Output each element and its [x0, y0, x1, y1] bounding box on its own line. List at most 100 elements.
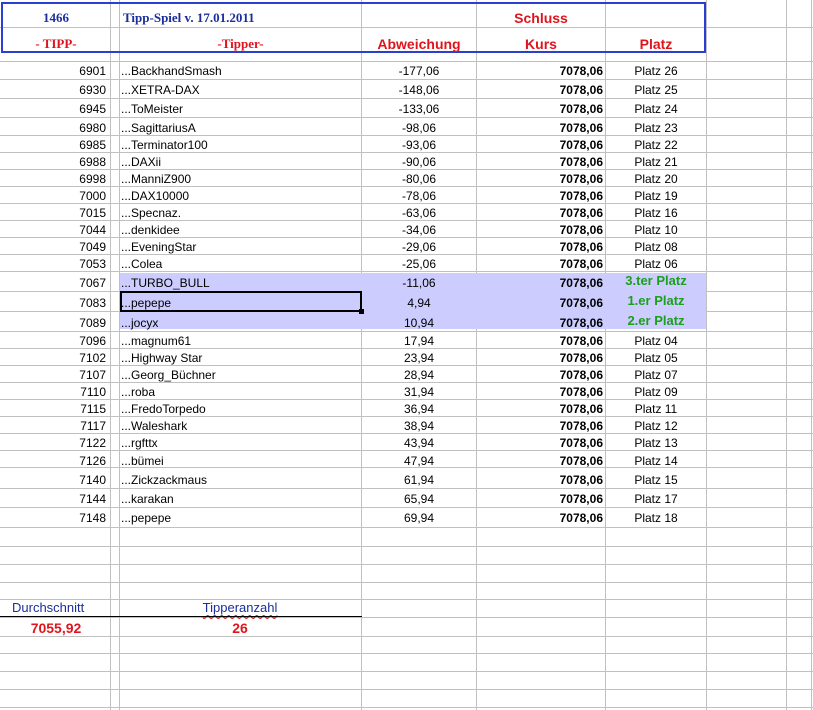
- tipp-cell[interactable]: 6998: [2, 171, 106, 187]
- tipper-cell[interactable]: ...XETRA-DAX: [121, 82, 359, 98]
- tipp-cell[interactable]: 7117: [2, 418, 106, 434]
- tipper-cell[interactable]: ...FredoTorpedo: [121, 401, 359, 417]
- platz-cell[interactable]: Platz 12: [606, 418, 706, 434]
- kurs-cell[interactable]: 7078,06: [477, 333, 603, 349]
- abweichung-cell[interactable]: 17,94: [362, 333, 476, 349]
- kurs-cell[interactable]: 7078,06: [477, 367, 603, 383]
- entry-count[interactable]: 1466: [2, 10, 110, 26]
- abweichung-cell[interactable]: 43,94: [362, 435, 476, 451]
- abweichung-cell[interactable]: -177,06: [362, 63, 476, 79]
- sheet-title[interactable]: Tipp-Spiel v. 17.01.2011: [123, 10, 255, 26]
- tipp-cell[interactable]: 7049: [2, 239, 106, 255]
- kurs-cell[interactable]: 7078,06: [477, 418, 603, 434]
- tipper-cell[interactable]: ...denkidee: [121, 222, 359, 238]
- abweichung-cell[interactable]: 28,94: [362, 367, 476, 383]
- kurs-cell[interactable]: 7078,06: [477, 171, 603, 187]
- tipper-cell[interactable]: ...bümei: [121, 453, 359, 469]
- platz-cell[interactable]: Platz 05: [606, 350, 706, 366]
- tipper-cell[interactable]: ...Specnaz.: [121, 205, 359, 221]
- abweichung-cell[interactable]: 36,94: [362, 401, 476, 417]
- tipper-cell[interactable]: ...EveningStar: [121, 239, 359, 255]
- abweichung-cell[interactable]: 69,94: [362, 510, 476, 526]
- platz-cell[interactable]: Platz 14: [606, 453, 706, 469]
- kurs-cell[interactable]: 7078,06: [477, 472, 603, 488]
- tipp-cell[interactable]: 6930: [2, 82, 106, 98]
- tipp-cell[interactable]: 7096: [2, 333, 106, 349]
- platz-cell[interactable]: 3.ter Platz: [606, 273, 706, 289]
- kurs-cell[interactable]: 7078,06: [477, 63, 603, 79]
- platz-cell[interactable]: Platz 24: [606, 101, 706, 117]
- tipp-cell[interactable]: 7083: [2, 295, 106, 311]
- kurs-cell[interactable]: 7078,06: [477, 435, 603, 451]
- abweichung-cell[interactable]: -133,06: [362, 101, 476, 117]
- tipp-cell[interactable]: 7110: [2, 384, 106, 400]
- platz-cell[interactable]: Platz 08: [606, 239, 706, 255]
- platz-cell[interactable]: 2.er Platz: [606, 313, 706, 329]
- kurs-cell[interactable]: 7078,06: [477, 154, 603, 170]
- kurs-cell[interactable]: 7078,06: [477, 350, 603, 366]
- platz-cell[interactable]: Platz 20: [606, 171, 706, 187]
- spreadsheet-grid[interactable]: 1466 Tipp-Spiel v. 17.01.2011 Schluss - …: [0, 0, 813, 710]
- tipp-cell[interactable]: 7089: [2, 315, 106, 331]
- tipp-cell[interactable]: 7126: [2, 453, 106, 469]
- column-header-abweichung[interactable]: Abweichung: [362, 36, 476, 52]
- tipper-cell[interactable]: ...jocyx: [121, 315, 359, 331]
- selected-cell[interactable]: [120, 291, 362, 312]
- kurs-cell[interactable]: 7078,06: [477, 295, 603, 311]
- tipp-cell[interactable]: 7015: [2, 205, 106, 221]
- platz-cell[interactable]: Platz 17: [606, 491, 706, 507]
- platz-cell[interactable]: Platz 13: [606, 435, 706, 451]
- durchschnitt-value[interactable]: 7055,92: [2, 620, 110, 636]
- tipper-cell[interactable]: ...Highway Star: [121, 350, 359, 366]
- abweichung-cell[interactable]: -80,06: [362, 171, 476, 187]
- tipper-cell[interactable]: ...Zickzackmaus: [121, 472, 359, 488]
- abweichung-cell[interactable]: -90,06: [362, 154, 476, 170]
- tipperanzahl-label-cell[interactable]: Tipperanzahl: [170, 600, 310, 616]
- platz-cell[interactable]: Platz 11: [606, 401, 706, 417]
- kurs-cell[interactable]: 7078,06: [477, 205, 603, 221]
- kurs-cell[interactable]: 7078,06: [477, 510, 603, 526]
- tipper-cell[interactable]: ...roba: [121, 384, 359, 400]
- platz-cell[interactable]: Platz 21: [606, 154, 706, 170]
- tipper-cell[interactable]: ...TURBO_BULL: [121, 275, 359, 291]
- abweichung-cell[interactable]: -29,06: [362, 239, 476, 255]
- tipper-cell[interactable]: ...karakan: [121, 491, 359, 507]
- platz-cell[interactable]: Platz 25: [606, 82, 706, 98]
- tipper-cell[interactable]: ...magnum61: [121, 333, 359, 349]
- platz-cell[interactable]: Platz 15: [606, 472, 706, 488]
- platz-cell[interactable]: Platz 23: [606, 120, 706, 136]
- abweichung-cell[interactable]: 10,94: [362, 315, 476, 331]
- platz-cell[interactable]: Platz 18: [606, 510, 706, 526]
- tipp-cell[interactable]: 7144: [2, 491, 106, 507]
- abweichung-cell[interactable]: -63,06: [362, 205, 476, 221]
- tipper-cell[interactable]: ...Waleshark: [121, 418, 359, 434]
- kurs-cell[interactable]: 7078,06: [477, 222, 603, 238]
- platz-cell[interactable]: Platz 10: [606, 222, 706, 238]
- kurs-cell[interactable]: 7078,06: [477, 188, 603, 204]
- tipp-cell[interactable]: 7107: [2, 367, 106, 383]
- kurs-cell[interactable]: 7078,06: [477, 137, 603, 153]
- kurs-cell[interactable]: 7078,06: [477, 275, 603, 291]
- abweichung-cell[interactable]: -78,06: [362, 188, 476, 204]
- tipper-cell[interactable]: ...Georg_Büchner: [121, 367, 359, 383]
- tipp-cell[interactable]: 6988: [2, 154, 106, 170]
- tipp-cell[interactable]: 7122: [2, 435, 106, 451]
- tipper-cell[interactable]: ...Colea: [121, 256, 359, 272]
- tipper-cell[interactable]: ...rgfttx: [121, 435, 359, 451]
- tipp-cell[interactable]: 7115: [2, 401, 106, 417]
- abweichung-cell[interactable]: 65,94: [362, 491, 476, 507]
- tipperanzahl-value[interactable]: 26: [170, 620, 310, 636]
- platz-cell[interactable]: Platz 16: [606, 205, 706, 221]
- tipp-cell[interactable]: 7102: [2, 350, 106, 366]
- platz-cell[interactable]: Platz 07: [606, 367, 706, 383]
- kurs-cell[interactable]: 7078,06: [477, 491, 603, 507]
- tipp-cell[interactable]: 7053: [2, 256, 106, 272]
- kurs-cell[interactable]: 7078,06: [477, 384, 603, 400]
- platz-cell[interactable]: Platz 09: [606, 384, 706, 400]
- tipper-cell[interactable]: ...DAXii: [121, 154, 359, 170]
- abweichung-cell[interactable]: -25,06: [362, 256, 476, 272]
- tipp-cell[interactable]: 7067: [2, 275, 106, 291]
- tipp-cell[interactable]: 7140: [2, 472, 106, 488]
- tipper-cell[interactable]: ...ToMeister: [121, 101, 359, 117]
- kurs-cell[interactable]: 7078,06: [477, 82, 603, 98]
